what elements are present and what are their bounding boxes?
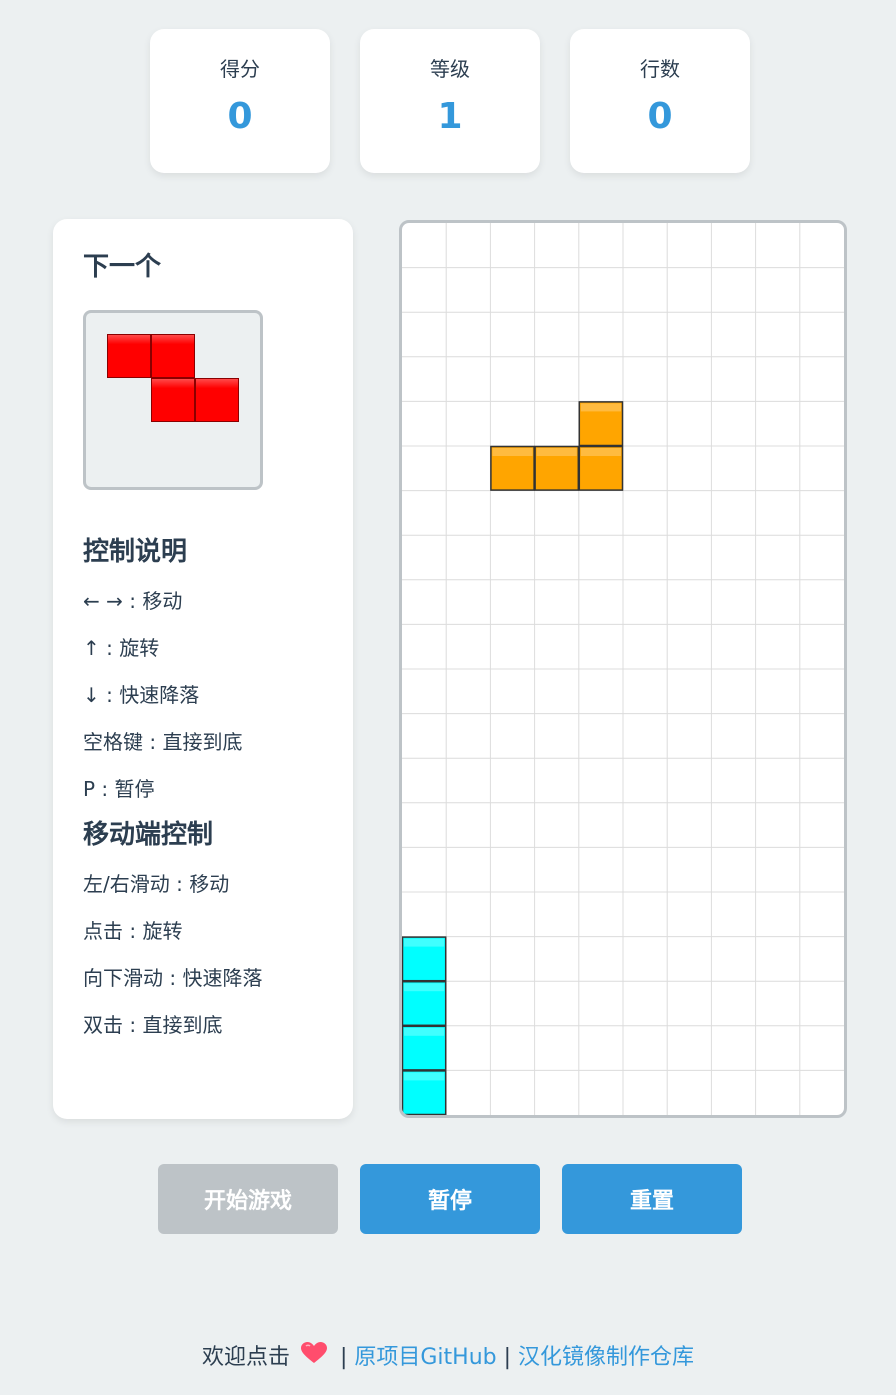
lines-label: 行数 <box>640 57 680 81</box>
next-piece-block <box>107 334 151 378</box>
next-piece-preview <box>83 310 263 490</box>
locked-piece-cyan-block <box>402 1070 447 1115</box>
control-hard-drop: 空格键 : 直接到底 <box>83 730 243 754</box>
next-piece-block <box>151 334 195 378</box>
active-piece-orange-block <box>490 445 535 491</box>
game-board[interactable] <box>399 220 847 1118</box>
level-label: 等级 <box>430 57 470 81</box>
mobile-control-soft-drop: 向下滑动 : 快速降落 <box>83 966 263 990</box>
locked-piece-cyan-block <box>402 980 447 1027</box>
locked-piece-cyan-block <box>402 1025 447 1071</box>
start-game-button[interactable]: 开始游戏 <box>158 1164 338 1234</box>
next-piece-block <box>151 378 195 422</box>
score-card: 得分 0 <box>150 29 330 173</box>
reset-button[interactable]: 重置 <box>562 1164 742 1234</box>
active-piece-orange-block <box>534 445 580 491</box>
controls-title: 控制说明 <box>83 537 188 567</box>
footer-separator: | <box>339 1345 348 1370</box>
footer-separator: | <box>503 1345 512 1370</box>
next-piece-block <box>195 378 239 422</box>
control-move: ← → : 移动 <box>83 589 183 613</box>
mobile-control-rotate: 点击 : 旋转 <box>83 919 183 943</box>
control-rotate: ↑ : 旋转 <box>83 636 160 660</box>
next-piece-title: 下一个 <box>83 252 162 282</box>
mobile-control-move: 左/右滑动 : 移动 <box>83 872 230 896</box>
level-value: 1 <box>437 96 463 137</box>
control-soft-drop: ↓ : 快速降落 <box>83 683 200 707</box>
active-piece-orange-block <box>578 401 624 447</box>
control-pause: P : 暂停 <box>83 777 155 801</box>
level-card: 等级 1 <box>360 29 540 173</box>
score-label: 得分 <box>220 57 260 81</box>
lines-value: 0 <box>647 96 673 137</box>
stats-bar: 得分 0 等级 1 行数 0 <box>150 29 750 173</box>
pause-button[interactable]: 暂停 <box>360 1164 540 1234</box>
mobile-controls-title: 移动端控制 <box>83 820 214 850</box>
mobile-control-hard-drop: 双击 : 直接到底 <box>83 1013 223 1037</box>
score-value: 0 <box>227 96 253 137</box>
mirror-repo-link[interactable]: 汉化镜像制作仓库 <box>518 1345 694 1370</box>
github-link[interactable]: 原项目GitHub <box>354 1345 496 1370</box>
footer-welcome-text: 欢迎点击 <box>201 1345 290 1370</box>
controls-section: 控制说明 ← → : 移动 ↑ : 旋转 ↓ : 快速降落 空格键 : 直接到底… <box>83 534 333 1059</box>
board-canvas[interactable] <box>402 223 844 1115</box>
lines-card: 行数 0 <box>570 29 750 173</box>
active-piece-orange-block <box>578 445 624 491</box>
button-bar: 开始游戏 暂停 重置 <box>158 1164 742 1234</box>
locked-piece-cyan-block <box>402 936 447 982</box>
heart-icon[interactable] <box>300 1338 327 1378</box>
side-panel: 下一个 控制说明 ← → : 移动 ↑ : 旋转 ↓ : 快速降落 空格键 : … <box>53 219 353 1119</box>
footer: 欢迎点击 | 原项目GitHub | 汉化镜像制作仓库 <box>0 1338 896 1378</box>
